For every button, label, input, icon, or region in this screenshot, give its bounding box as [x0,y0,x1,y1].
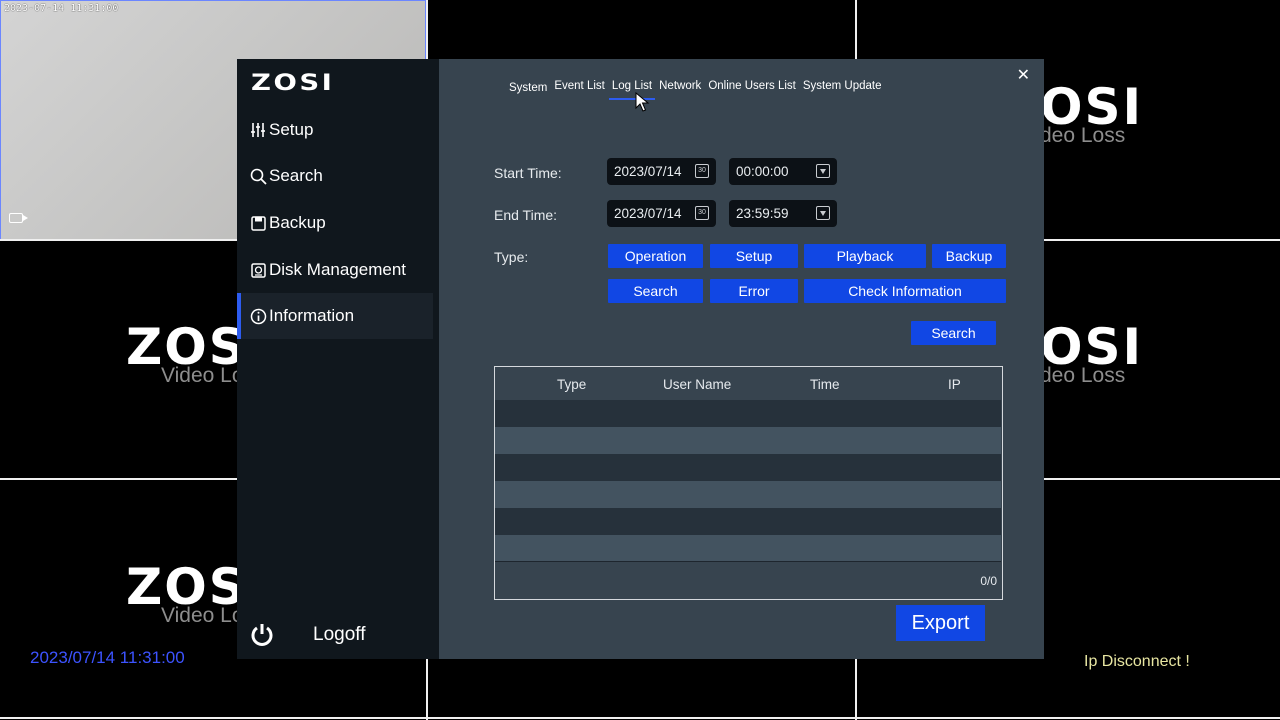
sidebar: ZOSI Setup Search Backup Disk Management… [237,59,439,659]
start-time-field[interactable]: 00:00:00 [729,158,837,185]
end-time-field[interactable]: 23:59:59 [729,200,837,227]
column-header-user-name: User Name [663,377,732,392]
grid-divider [0,717,1280,719]
sidebar-item-label: Backup [269,213,326,232]
video-camera-icon [9,213,28,223]
type-label: Type: [494,249,529,265]
page-count: 0/0 [980,574,997,588]
power-icon [249,622,275,648]
type-check-information-button[interactable]: Check Information [804,279,1006,303]
sidebar-item-information[interactable]: Information [237,293,433,339]
video-loss-text: deo Loss [1040,364,1126,387]
time-dropdown-icon[interactable] [816,206,830,220]
tab-system[interactable]: System [509,82,547,100]
logoff-button[interactable]: Logoff [249,619,434,651]
osd-timestamp: 2023-07-14 11:31:00 [4,3,119,14]
tab-online-users-list[interactable]: Online Users List [708,80,796,100]
table-row[interactable] [495,427,1001,454]
start-date-value: 2023/07/14 [614,164,682,179]
tab-network[interactable]: Network [659,80,701,100]
type-error-button[interactable]: Error [710,279,798,303]
info-circle-icon [249,307,267,325]
system-datetime: 2023/07/14 11:31:00 [30,648,185,667]
ip-disconnect-status: Ip Disconnect ! [1084,653,1190,670]
info-tabs: System Event List Log List Network Onlin… [509,80,882,100]
column-header-ip: IP [948,377,961,392]
type-setup-button[interactable]: Setup [710,244,798,268]
table-header: Type User Name Time IP [495,367,1002,400]
type-playback-button[interactable]: Playback [804,244,926,268]
calendar-icon[interactable]: 30 [695,206,709,220]
export-button[interactable]: Export [896,605,985,641]
table-row[interactable] [495,481,1001,508]
sidebar-item-label: Disk Management [269,260,407,279]
sidebar-item-label: Setup [269,120,314,139]
sidebar-item-label: Search [269,166,323,185]
table-row[interactable] [495,400,1001,427]
start-date-field[interactable]: 2023/07/14 30 [607,158,716,185]
start-time-label: Start Time: [494,165,562,181]
end-time-value: 23:59:59 [736,206,789,221]
log-table: Type User Name Time IP 0/0 [494,366,1003,600]
end-time-label: End Time: [494,207,558,223]
zosi-logo: ZOSI [251,71,335,96]
logoff-label: Logoff [313,624,366,645]
tab-system-update[interactable]: System Update [803,80,882,100]
floppy-disk-icon [249,214,267,232]
search-button[interactable]: Search [911,321,996,345]
close-icon[interactable]: ✕ [1017,65,1030,85]
sidebar-item-label: Information [269,306,355,325]
column-header-time: Time [810,377,840,392]
disk-icon [249,261,267,279]
nvr-screen: 2023-07-14 11:31:00 OSI deo Loss ZOS Vid… [0,0,1280,720]
end-date-field[interactable]: 2023/07/14 30 [607,200,716,227]
video-loss-text: deo Loss [1040,124,1126,147]
mouse-pointer-icon [635,92,650,112]
type-operation-button[interactable]: Operation [608,244,703,268]
magnifier-icon [249,167,267,185]
table-row[interactable] [495,454,1001,481]
information-panel: ✕ System Event List Log List Network Onl… [439,59,1044,659]
table-row[interactable] [495,535,1001,562]
sidebar-item-disk-management[interactable]: Disk Management [237,247,433,293]
sliders-icon [249,121,267,139]
tab-event-list[interactable]: Event List [554,80,605,100]
sidebar-item-search[interactable]: Search [237,153,433,199]
sidebar-item-setup[interactable]: Setup [237,107,433,153]
table-divider [495,561,1001,562]
column-header-type: Type [557,377,587,392]
time-dropdown-icon[interactable] [816,164,830,178]
settings-dialog: ZOSI Setup Search Backup Disk Management… [237,59,1044,659]
sidebar-item-backup[interactable]: Backup [237,200,433,246]
type-backup-button[interactable]: Backup [932,244,1006,268]
end-date-value: 2023/07/14 [614,206,682,221]
type-search-button[interactable]: Search [608,279,703,303]
table-row[interactable] [495,508,1001,535]
calendar-icon[interactable]: 30 [695,164,709,178]
start-time-value: 00:00:00 [736,164,789,179]
